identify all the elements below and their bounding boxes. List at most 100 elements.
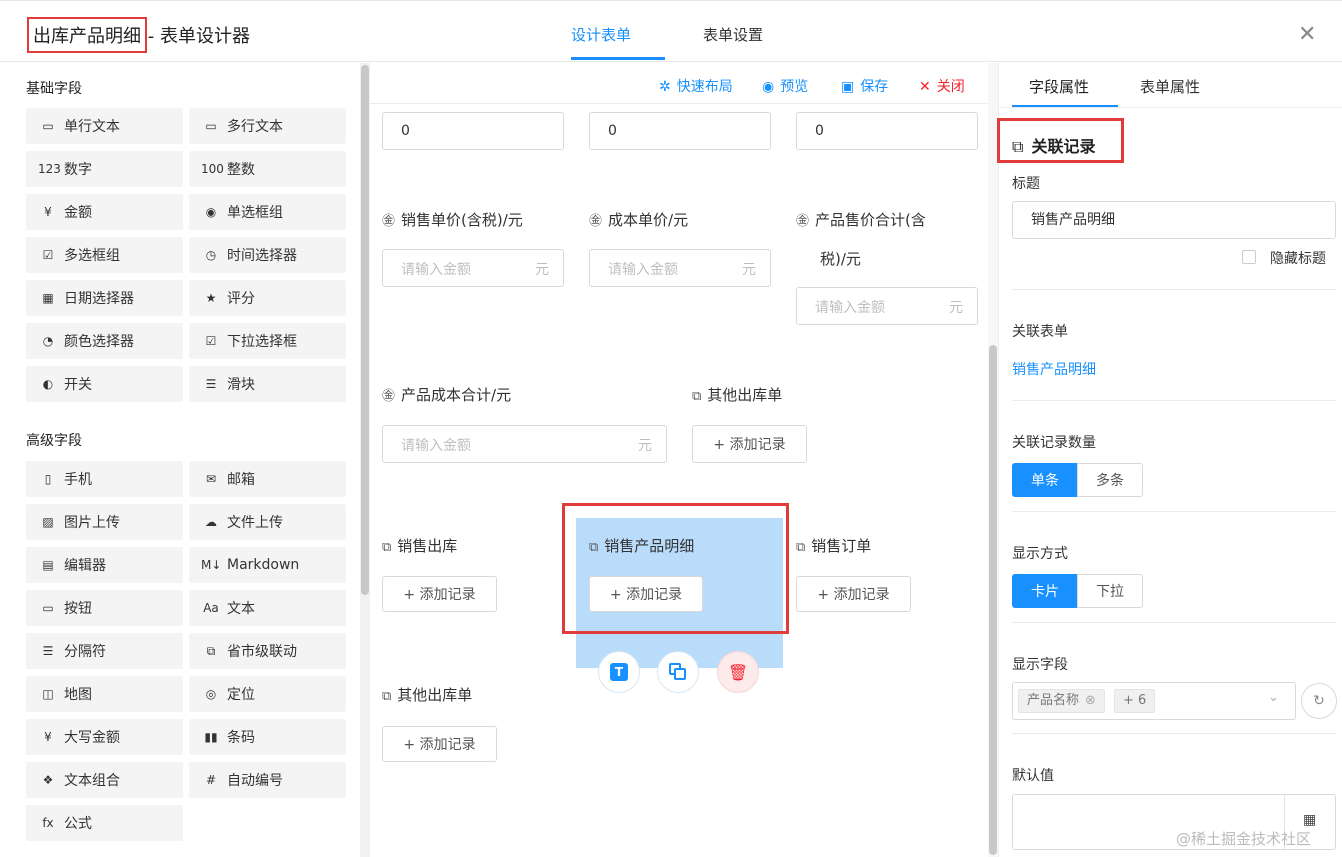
field-button[interactable]: ☰ 分隔符	[26, 633, 183, 669]
palette-scrollbar[interactable]	[360, 63, 370, 857]
money-input[interactable]: 请输入金额元	[589, 249, 771, 287]
grid-icon[interactable]: ▦	[1303, 812, 1316, 828]
field-type-icon: ▦	[42, 291, 54, 305]
field-button-label: 滑块	[227, 377, 255, 393]
field-button[interactable]: ◉ 单选框组	[189, 194, 346, 230]
field-button-label: 编辑器	[64, 558, 106, 574]
field-button[interactable]: ▭ 单行文本	[26, 108, 183, 144]
field-button[interactable]: ☑ 下拉选择框	[189, 323, 346, 359]
field-button[interactable]: ◔ 颜色选择器	[26, 323, 183, 359]
field-button[interactable]: M↓ Markdown	[189, 547, 346, 583]
quick-layout-button[interactable]: ✲ 快速布局	[659, 76, 733, 96]
add-record-button[interactable]: + 添加记录	[796, 576, 911, 612]
field-button-label: 公式	[64, 816, 92, 832]
save-button[interactable]: ▣ 保存	[841, 76, 888, 96]
field-type-icon: ▨	[42, 515, 54, 529]
tab-form-settings[interactable]: 表单设置	[703, 24, 763, 45]
canvas-scrollbar[interactable]	[988, 63, 998, 857]
field-type-icon: 100	[201, 162, 224, 176]
relation-label-sales-order: ⧉ 销售订单	[796, 537, 872, 555]
field-button[interactable]: 123 数字	[26, 151, 183, 187]
display-mode-dropdown[interactable]: 下拉	[1077, 574, 1143, 608]
field-button[interactable]: ❖ 文本组合	[26, 762, 183, 798]
field-type-icon: ◫	[42, 687, 54, 701]
field-button[interactable]: # 自动编号	[189, 762, 346, 798]
tab-design-form[interactable]: 设计表单	[571, 24, 631, 45]
text-icon: T	[610, 663, 628, 681]
field-button-label: 时间选择器	[227, 248, 297, 264]
hide-title-checkbox[interactable]	[1242, 250, 1256, 264]
field-button-label: 大写金额	[64, 730, 120, 746]
money-input[interactable]: 请输入金额元	[382, 425, 667, 463]
link-record-icon: ⧉	[382, 540, 392, 555]
divider	[1012, 511, 1336, 512]
copy-button[interactable]	[657, 651, 699, 693]
add-record-button[interactable]: + 添加记录	[382, 726, 497, 762]
field-button[interactable]: ✉ 邮箱	[189, 461, 346, 497]
field-button[interactable]: ☑ 多选框组	[26, 237, 183, 273]
chevron-down-icon: ⌄	[1268, 690, 1279, 705]
field-button[interactable]: ¥ 大写金额	[26, 719, 183, 755]
field-button[interactable]: ◎ 定位	[189, 676, 346, 712]
close-button[interactable]: ✕ 关闭	[919, 76, 965, 96]
relation-label-sales-outbound: ⧉ 销售出库	[382, 537, 458, 555]
relation-label-other-outbound: ⧉ 其他出库单	[692, 386, 783, 404]
field-button[interactable]: 100 整数	[189, 151, 346, 187]
field-button[interactable]: fx 公式	[26, 805, 183, 841]
display-mode-card[interactable]: 卡片	[1012, 574, 1078, 608]
field-type-icon: ✉	[205, 472, 217, 486]
preview-button[interactable]: ◉ 预览	[762, 76, 808, 96]
field-button[interactable]: ▦ 日期选择器	[26, 280, 183, 316]
field-label-sale-unit-price: ㊎销售单价(含税)/元	[382, 211, 523, 229]
field-button[interactable]: ¥ 金额	[26, 194, 183, 230]
delete-button[interactable]: 🗑	[717, 651, 759, 693]
tab-form-properties[interactable]: 表单属性	[1140, 76, 1200, 97]
form-name: 出库产品明细	[27, 17, 147, 53]
basic-fields-title: 基础字段	[26, 81, 82, 97]
add-record-button[interactable]: + 添加记录	[692, 425, 807, 463]
record-count-multiple[interactable]: 多条	[1077, 463, 1143, 497]
field-type-icon: ◷	[205, 248, 217, 262]
field-type-icon: ☰	[205, 377, 217, 391]
link-record-icon: ⧉	[796, 540, 806, 555]
field-button-label: 下拉选择框	[227, 334, 297, 350]
field-button[interactable]: ☰ 滑块	[189, 366, 346, 402]
money-input[interactable]: 请输入金额元	[382, 249, 564, 287]
field-type-icon: ▮▮	[204, 730, 218, 744]
field-button[interactable]: ▭ 多行文本	[189, 108, 346, 144]
number-input[interactable]: 0	[796, 112, 978, 150]
field-button-label: 手机	[64, 472, 92, 488]
add-record-button[interactable]: + 添加记录	[382, 576, 497, 612]
field-button[interactable]: ☁ 文件上传	[189, 504, 346, 540]
link-record-icon: ⧉	[692, 389, 702, 404]
close-icon[interactable]: ✕	[1298, 24, 1316, 46]
field-button[interactable]: ⧉ 省市级联动	[189, 633, 346, 669]
tab-field-properties[interactable]: 字段属性	[1029, 76, 1089, 97]
display-field-tag: 产品名称 ⊗	[1018, 689, 1105, 713]
field-button[interactable]: ▭ 按钮	[26, 590, 183, 626]
tag-close-icon[interactable]: ⊗	[1085, 693, 1096, 708]
field-button-label: 按钮	[64, 601, 92, 617]
field-button[interactable]: ▨ 图片上传	[26, 504, 183, 540]
field-type-icon: ◐	[42, 377, 54, 391]
field-button[interactable]: ★ 评分	[189, 280, 346, 316]
money-input[interactable]: 请输入金额元	[796, 287, 978, 325]
related-form-link[interactable]: 销售产品明细	[1012, 359, 1096, 379]
field-button[interactable]: ▮▮ 条码	[189, 719, 346, 755]
field-button[interactable]: ▤ 编辑器	[26, 547, 183, 583]
related-form-label: 关联表单	[1012, 324, 1068, 340]
field-button[interactable]: ▯ 手机	[26, 461, 183, 497]
field-label-total-sale-price: ㊎产品售价合计(含	[796, 211, 926, 229]
title-input[interactable]: 销售产品明细	[1012, 201, 1336, 239]
display-fields-label: 显示字段	[1012, 657, 1068, 673]
link-record-icon: ⧉	[1012, 137, 1024, 156]
field-button[interactable]: ◷ 时间选择器	[189, 237, 346, 273]
number-input[interactable]: 0	[589, 112, 771, 150]
number-input[interactable]: 0	[382, 112, 564, 150]
field-button[interactable]: ◫ 地图	[26, 676, 183, 712]
field-button[interactable]: Aa 文本	[189, 590, 346, 626]
refresh-icon[interactable]: ↻	[1301, 683, 1337, 719]
set-title-button[interactable]: T	[598, 651, 640, 693]
field-button[interactable]: ◐ 开关	[26, 366, 183, 402]
record-count-single[interactable]: 单条	[1012, 463, 1078, 497]
